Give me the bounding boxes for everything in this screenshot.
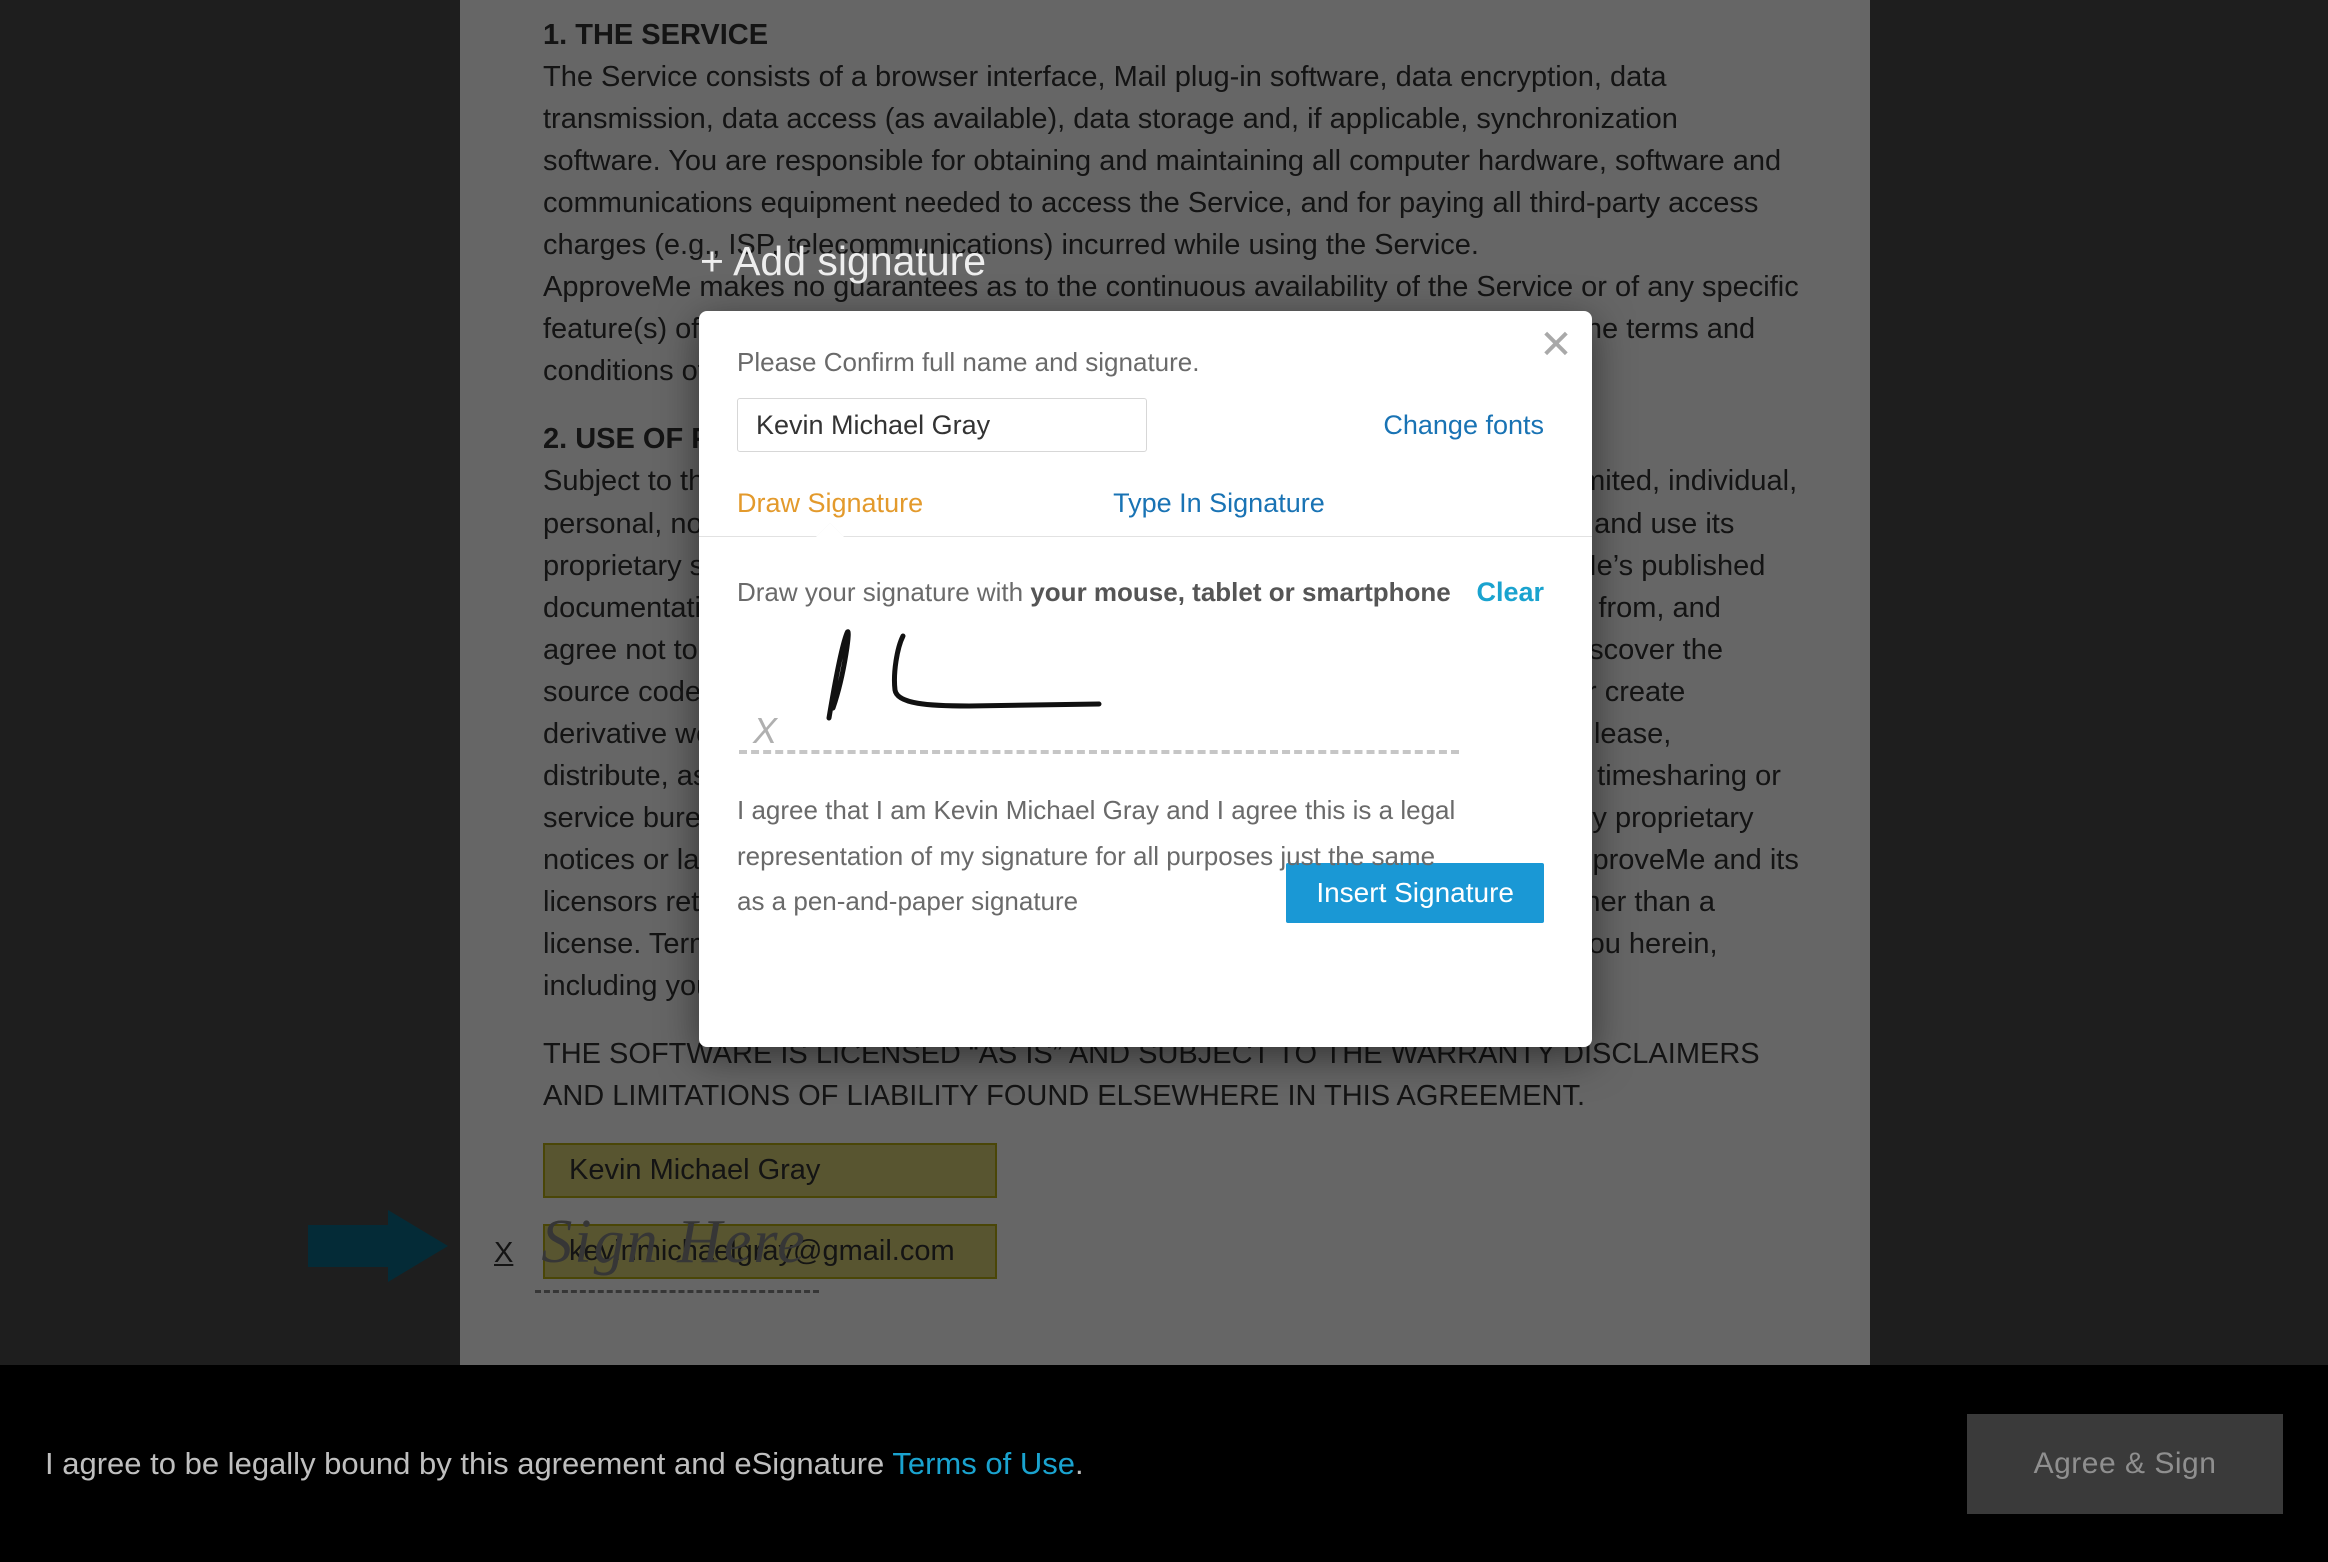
- close-icon[interactable]: ✕: [1536, 329, 1576, 369]
- tab-draw-signature[interactable]: Draw Signature: [737, 488, 923, 519]
- canvas-x: X: [753, 710, 777, 752]
- draw-instruction: Draw your signature with your mouse, tab…: [737, 577, 1451, 608]
- confirm-label: Please Confirm full name and signature.: [737, 347, 1544, 378]
- modal-title: + Add signature: [700, 238, 986, 285]
- signature-stroke-icon: [799, 618, 1249, 738]
- clear-signature-link[interactable]: Clear: [1476, 577, 1544, 608]
- terms-of-use-link[interactable]: Terms of Use: [892, 1446, 1075, 1481]
- full-name-input[interactable]: [737, 398, 1147, 452]
- footer-bar: I agree to be legally bound by this agre…: [0, 1365, 2328, 1562]
- tab-type-signature[interactable]: Type In Signature: [1113, 488, 1325, 519]
- add-signature-modal: ✕ Please Confirm full name and signature…: [699, 311, 1592, 1047]
- signature-canvas[interactable]: X: [739, 624, 1459, 754]
- legal-text: I agree to be legally bound by this agre…: [45, 1446, 1084, 1482]
- agree-and-sign-button[interactable]: Agree & Sign: [1967, 1414, 2283, 1514]
- change-fonts-link[interactable]: Change fonts: [1383, 410, 1544, 441]
